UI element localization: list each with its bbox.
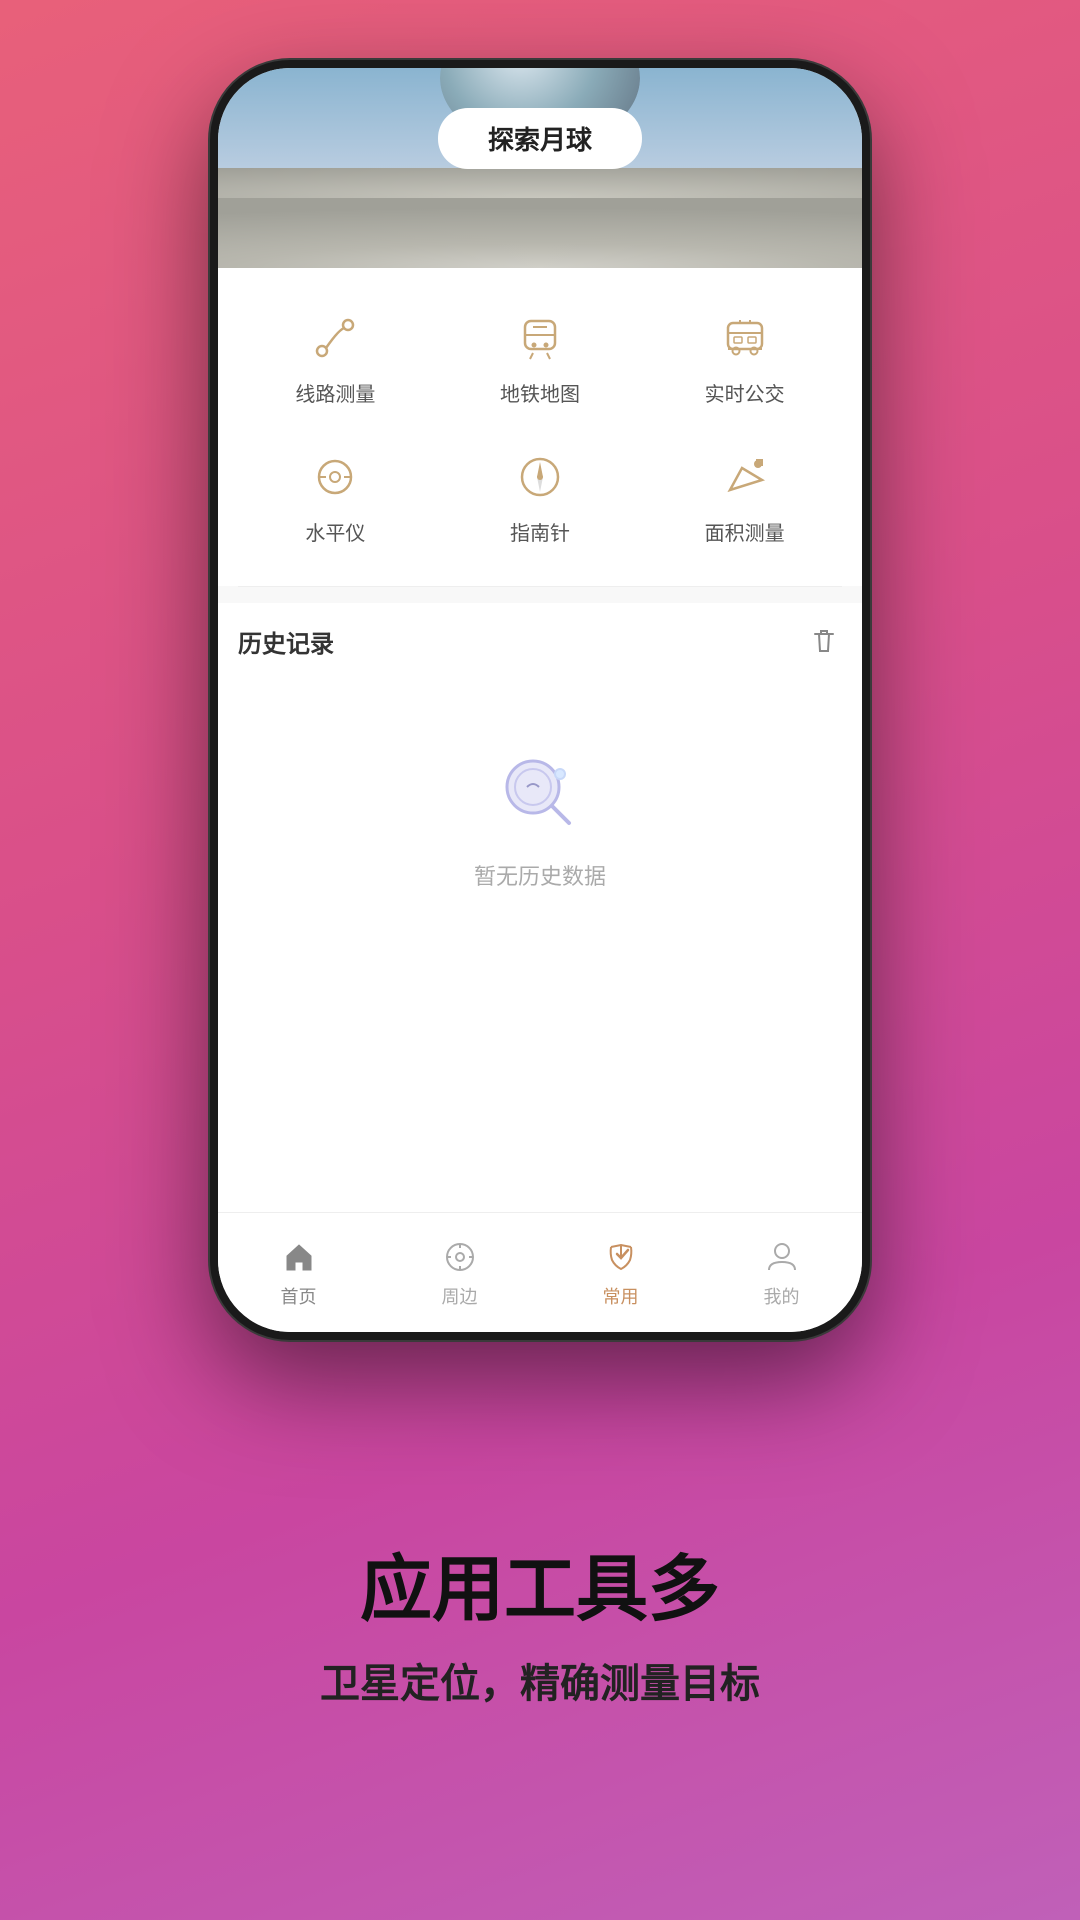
route-icon [305,308,365,368]
nav-mine-label: 我的 [764,1283,800,1309]
screen: 探索月球 线路测量 [218,68,862,1332]
moon-surface [218,168,862,268]
nav-home-label: 首页 [281,1283,317,1309]
tool-area[interactable]: 面积测量 [647,437,842,556]
empty-search-icon [495,749,585,839]
tool-subway[interactable]: 地铁地图 [443,298,638,417]
tool-level[interactable]: 水平仪 [238,437,433,556]
tool-level-label: 水平仪 [305,517,365,546]
nav-common[interactable]: 常用 [540,1213,701,1332]
history-section: 历史记录 [218,603,862,1212]
section-divider [238,586,842,587]
history-title: 历史记录 [238,624,334,659]
hero-title: 探索月球 [438,108,642,169]
history-header: 历史记录 [238,623,842,659]
area-icon [715,447,775,507]
tool-bus[interactable]: 实时公交 [647,298,842,417]
phone-shell: 探索月球 线路测量 [210,60,870,1340]
nav-nearby[interactable]: 周边 [379,1213,540,1332]
tool-route[interactable]: 线路测量 [238,298,433,417]
nav-common-label: 常用 [603,1283,639,1309]
compass-icon [510,447,570,507]
delete-history-button[interactable] [806,623,842,659]
tool-compass-label: 指南针 [510,517,570,546]
mine-icon [762,1237,802,1277]
nav-mine[interactable]: 我的 [701,1213,862,1332]
tool-bus-label: 实时公交 [705,378,785,407]
nav-home[interactable]: 首页 [218,1213,379,1332]
level-icon [305,447,365,507]
bottom-text-area: 应用工具多 卫星定位，精确测量目标 [260,1340,820,1920]
hero-header: 探索月球 [218,68,862,268]
bus-icon [715,308,775,368]
tools-grid: 线路测量 [238,298,842,556]
empty-history-text: 暂无历史数据 [474,859,606,891]
nearby-icon [440,1237,480,1277]
empty-history-state: 暂无历史数据 [238,689,842,951]
tool-area-label: 面积测量 [705,517,785,546]
tools-section: 线路测量 [218,268,862,586]
tool-compass[interactable]: 指南针 [443,437,638,556]
tool-subway-label: 地铁地图 [500,378,580,407]
main-content: 线路测量 [218,268,862,1212]
tool-route-label: 线路测量 [295,378,375,407]
home-icon [279,1237,319,1277]
common-icon [601,1237,641,1277]
main-slogan: 应用工具多 [360,1551,720,1630]
nav-nearby-label: 周边 [442,1283,478,1309]
bottom-nav: 首页 周边 常用 [218,1212,862,1332]
sub-slogan: 卫星定位，精确测量目标 [320,1651,760,1709]
subway-icon [510,308,570,368]
